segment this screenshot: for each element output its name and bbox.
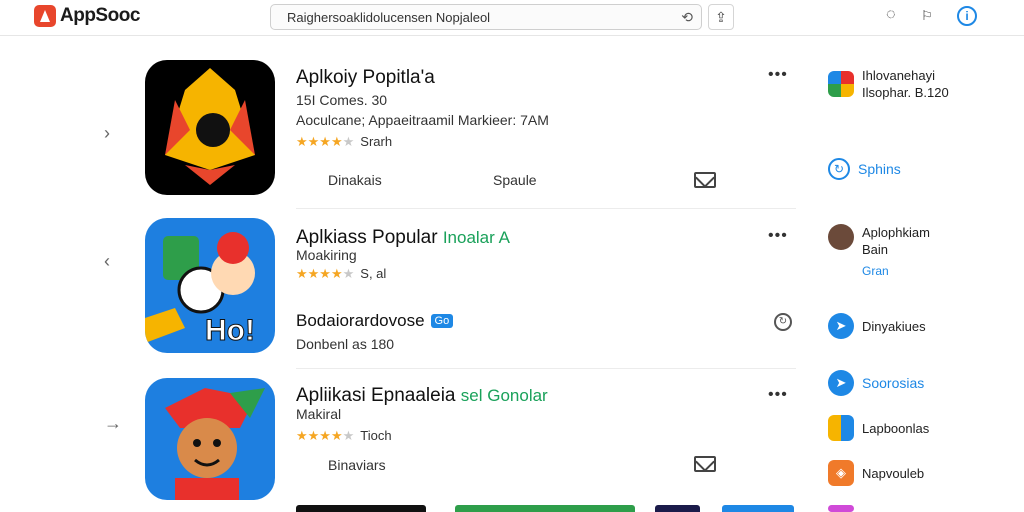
rating-stars: ★★★★★ Srarh — [296, 134, 393, 149]
brand-logo[interactable]: AppSooc — [34, 5, 140, 27]
search-query: Raighersoaklidolucensen Nopjaleol — [287, 10, 491, 25]
next-row-button-partial — [722, 505, 794, 512]
mail-icon[interactable] — [694, 172, 716, 188]
more-options-button[interactable]: ••• — [768, 66, 788, 84]
app-meta: 15I Comes. 30 — [296, 92, 388, 108]
sidebar-item-label: Lapboonlas — [862, 420, 930, 436]
top-bar: AppSooc Raighersoaklidolucensen Nopjaleo… — [0, 0, 1024, 36]
rating-count: Tioch — [360, 428, 392, 443]
cartoon-face-icon: Ho! — [145, 232, 255, 348]
send-icon: ➤ — [828, 313, 854, 339]
chat-icon[interactable]: ◌ — [886, 6, 896, 24]
app-tag: Inoalar A — [442, 228, 510, 247]
grid-apps-icon — [828, 415, 854, 441]
sidebar-item-label: Sphins — [858, 160, 901, 177]
more-options-button[interactable]: ••• — [768, 227, 788, 245]
app-title[interactable]: Aplkoiy Popitla'a — [296, 67, 435, 89]
sidebar-item-sub: Ilsophar. B.120 — [862, 85, 949, 100]
sidebar-item-label: Aplophkiam — [862, 225, 930, 240]
app-tag: sel Gonolar — [460, 386, 548, 405]
character-icon — [165, 388, 265, 500]
app-title[interactable]: Aplkiass Popular Inoalar A — [296, 227, 510, 249]
row-arrow-icon[interactable]: ‹ — [104, 251, 110, 272]
sidebar-item-napvouleb[interactable]: ◈ Napvouleb — [828, 460, 924, 486]
sidebar-item-link[interactable]: Gran — [862, 263, 930, 280]
rating-stars: ★★★★★ Tioch — [296, 428, 392, 443]
download-action[interactable]: Binaviars — [328, 457, 386, 473]
flame-icon — [165, 68, 255, 185]
brand-name: AppSooc — [60, 5, 140, 26]
search-input[interactable]: Raighersoaklidolucensen Nopjaleol ⟲ — [270, 4, 702, 30]
app-meta: Moakiring — [296, 247, 357, 263]
next-row-title-partial — [296, 505, 426, 512]
sidebar-item-label: Dinyakiues — [862, 318, 926, 334]
share-action[interactable]: Spaule — [493, 172, 537, 188]
avatar — [828, 224, 854, 250]
app-developer: Aoculcane; Appaeitraamil Markieer: 7AM — [296, 112, 549, 128]
sidebar-item-lapboonlas[interactable]: Lapboonlas — [828, 415, 929, 441]
sidebar-item-featured[interactable]: Ihlovanehayi Ilsophar. B.120 — [828, 67, 949, 101]
sidebar-item-soorosias[interactable]: ➤ Soorosias — [828, 370, 924, 396]
download-action[interactable]: Dinakais — [328, 172, 382, 188]
rating-count: Srarh — [360, 134, 393, 149]
flag-icon[interactable]: ⚐ — [921, 8, 933, 24]
info-icon[interactable]: i — [957, 6, 977, 26]
sidebar-item-sphins[interactable]: ↻ Sphins — [828, 158, 901, 180]
next-sidebar-icon-partial — [828, 505, 854, 512]
sidebar-item-label: Ihlovanehayi — [862, 68, 935, 83]
app-icon-cartoon[interactable]: Ho! — [145, 218, 275, 353]
row-arrow-icon[interactable]: › — [104, 123, 110, 144]
rating-count: S, al — [360, 266, 387, 281]
colorful-app-icon — [828, 71, 854, 97]
refresh-icon[interactable]: ↻ — [774, 313, 792, 331]
send-icon: ➤ — [828, 370, 854, 396]
svg-text:Ho!: Ho! — [205, 314, 255, 347]
sidebar-item-profile[interactable]: Aplophkiam Bain Gran — [828, 224, 930, 280]
search-icon[interactable]: ⟲ — [681, 9, 693, 26]
shield-icon: ◈ — [828, 460, 854, 486]
promo-title[interactable]: Bodaiorardovose Go — [296, 311, 454, 331]
promo-badge: Go — [430, 314, 454, 328]
divider — [296, 368, 796, 369]
sidebar-item-sub: Bain — [862, 242, 889, 257]
app-icon-flame[interactable] — [145, 60, 275, 195]
mail-icon[interactable] — [694, 456, 716, 472]
sidebar-item-dinyakiues[interactable]: ➤ Dinyakiues — [828, 313, 926, 339]
promo-subtitle: Donbenl as 180 — [296, 336, 395, 352]
app-meta: Makiral — [296, 406, 342, 422]
share-icon: ⇪ — [715, 9, 727, 25]
more-options-button[interactable]: ••• — [768, 386, 788, 404]
sidebar-item-label: Soorosias — [862, 374, 925, 391]
next-row-icon-partial — [655, 505, 700, 512]
rating-stars: ★★★★★ S, al — [296, 266, 387, 281]
next-row-tag-partial — [455, 505, 635, 512]
row-arrow-icon[interactable]: → — [104, 413, 122, 434]
refresh-circle-icon: ↻ — [828, 158, 850, 180]
app-icon-character[interactable] — [145, 378, 275, 500]
app-store-logo-icon — [34, 5, 56, 27]
sidebar-item-label: Napvouleb — [862, 465, 925, 481]
app-title[interactable]: Apliikasi Epnaaleia sel Gonolar — [296, 385, 548, 407]
divider — [296, 208, 796, 209]
share-button[interactable]: ⇪ — [708, 4, 734, 30]
